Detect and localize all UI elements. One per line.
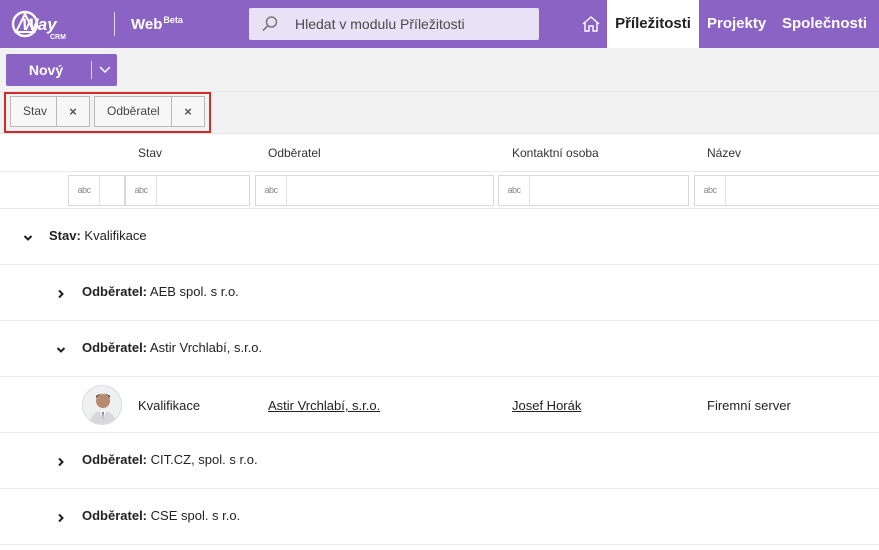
cell-odberatel-link[interactable]: Astir Vrchlabí, s.r.o. (268, 398, 380, 413)
split-divider (91, 61, 92, 79)
column-headers: Stav Odběratel Kontaktní osoba Název (0, 134, 879, 172)
group-chip-label: Stav (23, 104, 48, 118)
column-header-stav[interactable]: Stav (138, 146, 162, 160)
group-chip-stav[interactable]: Stav × (10, 96, 90, 127)
group-row-label: Odběratel: CSE spol. s r.o. (82, 508, 241, 523)
remove-icon[interactable]: × (171, 97, 204, 126)
group-row-odberatel[interactable]: Odběratel: AEB spol. s r.o. (0, 265, 879, 321)
cell-nazev: Firemní server (707, 398, 791, 413)
cell-stav: Kvalifikace (138, 398, 201, 413)
filter-row: abc abc abc abc abc (0, 172, 879, 209)
cell-kontakt-link[interactable]: Josef Horák (512, 398, 581, 413)
top-bar: Way CRM WebBeta Příležitosti Projekty Sp… (0, 0, 879, 48)
web-label: WebBeta (131, 15, 183, 33)
search-icon (261, 15, 279, 33)
chevron-down-icon[interactable] (98, 64, 112, 76)
group-by-bar: Stav × Odběratel × (0, 92, 879, 134)
new-button-label: Nový (28, 62, 64, 78)
avatar (82, 385, 122, 425)
nav-tab-spolecnosti[interactable]: Společnosti (782, 0, 867, 48)
group-row-label: Odběratel: AEB spol. s r.o. (82, 284, 239, 299)
chevron-right-icon[interactable] (56, 287, 66, 299)
remove-icon[interactable]: × (56, 97, 89, 126)
text-filter-icon: abc (499, 176, 530, 205)
group-chip-odberatel[interactable]: Odběratel × (94, 96, 205, 127)
column-header-nazev[interactable]: Název (707, 146, 741, 160)
chevron-right-icon[interactable] (56, 511, 66, 523)
group-row-label: Stav: Kvalifikace (49, 228, 147, 243)
group-chip-label: Odběratel (107, 104, 160, 118)
filter-field-odberatel[interactable]: abc (255, 175, 494, 206)
new-button[interactable]: Nový (6, 54, 117, 86)
eway-logo[interactable]: Way CRM (10, 6, 90, 42)
table-row[interactable]: Kvalifikace Astir Vrchlabí, s.r.o. Josef… (0, 377, 879, 433)
logo-divider (114, 12, 115, 36)
group-row-label: Odběratel: CIT.CZ, spol. s r.o. (82, 452, 258, 467)
nav-tab-projekty[interactable]: Projekty (707, 0, 766, 48)
filter-field-kontaktni-osoba[interactable]: abc (498, 175, 689, 206)
text-filter-icon: abc (256, 176, 287, 205)
group-row-odberatel[interactable]: Odběratel: CSE spol. s r.o. (0, 489, 879, 545)
filter-field-nazev[interactable]: abc (694, 175, 879, 206)
home-icon[interactable] (578, 12, 604, 36)
search-input[interactable] (295, 8, 531, 40)
module-search[interactable] (249, 8, 539, 40)
text-filter-icon: abc (69, 176, 100, 205)
column-header-kontaktni-osoba[interactable]: Kontaktní osoba (512, 146, 599, 160)
svg-text:CRM: CRM (50, 34, 66, 41)
filter-field-stav[interactable]: abc (125, 175, 250, 206)
nav-tab-prilezitosti[interactable]: Příležitosti (607, 0, 699, 48)
toolbar: Nový (0, 48, 879, 92)
group-row-stav[interactable]: Stav: Kvalifikace (0, 209, 879, 265)
beta-badge: Beta (163, 15, 183, 25)
group-row-odberatel[interactable]: Odběratel: CIT.CZ, spol. s r.o. (0, 433, 879, 489)
column-header-odberatel[interactable]: Odběratel (268, 146, 321, 160)
text-filter-icon: abc (695, 176, 726, 205)
group-row-label: Odběratel: Astir Vrchlabí, s.r.o. (82, 340, 263, 355)
svg-text:Way: Way (22, 15, 58, 34)
chevron-down-icon[interactable] (56, 343, 66, 353)
text-filter-icon: abc (126, 176, 157, 205)
chevron-right-icon[interactable] (56, 455, 66, 467)
filter-field-avatar[interactable]: abc (68, 175, 125, 206)
group-row-odberatel[interactable]: Odběratel: Astir Vrchlabí, s.r.o. (0, 321, 879, 377)
chevron-down-icon[interactable] (23, 231, 33, 241)
